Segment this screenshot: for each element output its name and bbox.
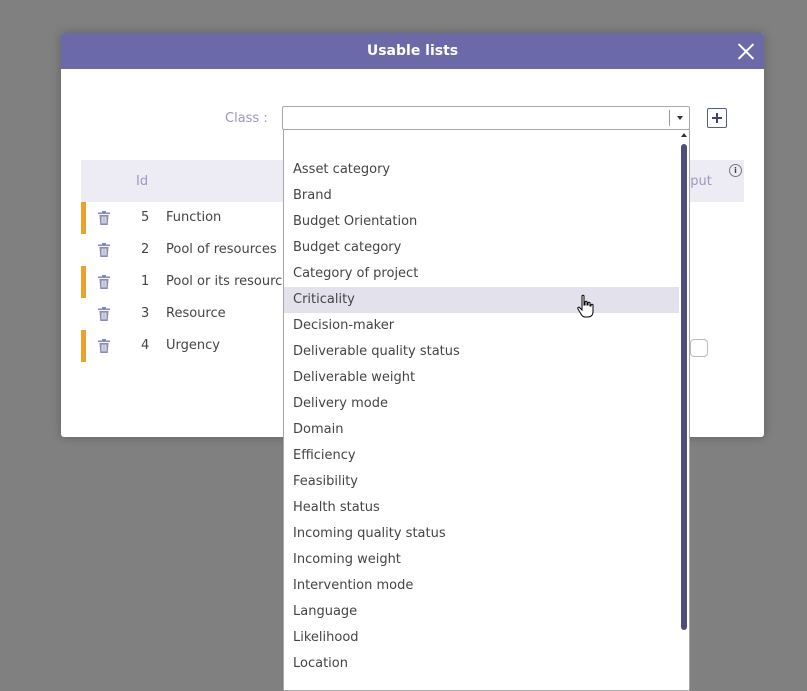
dropdown-option[interactable]: Delivery mode [284, 391, 679, 417]
dropdown-option[interactable]: Criticality [284, 287, 679, 313]
dropdown-option[interactable]: Efficiency [284, 443, 679, 469]
dropdown-option[interactable]: Asset category [284, 157, 679, 183]
dropdown-scrollbar[interactable] [680, 130, 688, 690]
dropdown-option[interactable]: Incoming quality status [284, 521, 679, 547]
dropdown-option[interactable]: Decision-maker [284, 313, 679, 339]
dropdown-option[interactable]: Language [284, 599, 679, 625]
scroll-thumb[interactable] [681, 144, 687, 630]
trash-icon[interactable] [97, 275, 111, 289]
scroll-up-icon[interactable] [681, 133, 687, 137]
row-id: 3 [141, 306, 150, 321]
trash-icon[interactable] [97, 243, 111, 257]
dropdown-option[interactable]: Budget category [284, 235, 679, 261]
dropdown-option[interactable]: Intervention mode [284, 573, 679, 599]
class-label: Class : [225, 111, 268, 126]
trash-icon[interactable] [97, 211, 111, 225]
dropdown-option[interactable]: Deliverable weight [284, 365, 679, 391]
row-marker [81, 202, 86, 234]
row-id: 2 [141, 242, 150, 257]
row-id: 4 [141, 338, 150, 353]
info-icon[interactable]: i [729, 164, 742, 177]
dropdown-option[interactable]: Budget Orientation [284, 209, 679, 235]
dropdown-option[interactable]: Incoming weight [284, 547, 679, 573]
close-icon[interactable] [738, 43, 755, 60]
dialog-title: Usable lists [366, 43, 459, 59]
row-marker [81, 330, 86, 362]
class-select[interactable] [282, 106, 690, 130]
add-button[interactable] [707, 108, 727, 128]
trash-icon[interactable] [97, 339, 111, 353]
dropdown-option[interactable]: Location [284, 651, 679, 677]
class-dropdown-list[interactable]: Asset category Brand Budget Orientation Bud… [283, 129, 690, 691]
dropdown-option[interactable]: Health status [284, 495, 679, 521]
dropdown-option[interactable]: Category of project [284, 261, 679, 287]
column-header-id[interactable]: Id [136, 174, 148, 189]
row-marker [81, 266, 86, 298]
select-separator [669, 110, 670, 126]
row-checkbox[interactable] [690, 339, 708, 357]
dropdown-option[interactable]: Deliverable quality status [284, 339, 679, 365]
chevron-down-icon[interactable] [677, 116, 683, 120]
dialog-header: Usable lists [61, 33, 764, 69]
row-id: 5 [141, 210, 150, 225]
row-id: 1 [141, 274, 150, 289]
dropdown-option[interactable]: Likelihood [284, 625, 679, 651]
dropdown-option[interactable]: Domain [284, 417, 679, 443]
dropdown-option[interactable] [284, 131, 679, 157]
dropdown-option[interactable]: Feasibility [284, 469, 679, 495]
dropdown-option[interactable]: Brand [284, 183, 679, 209]
trash-icon[interactable] [97, 307, 111, 321]
